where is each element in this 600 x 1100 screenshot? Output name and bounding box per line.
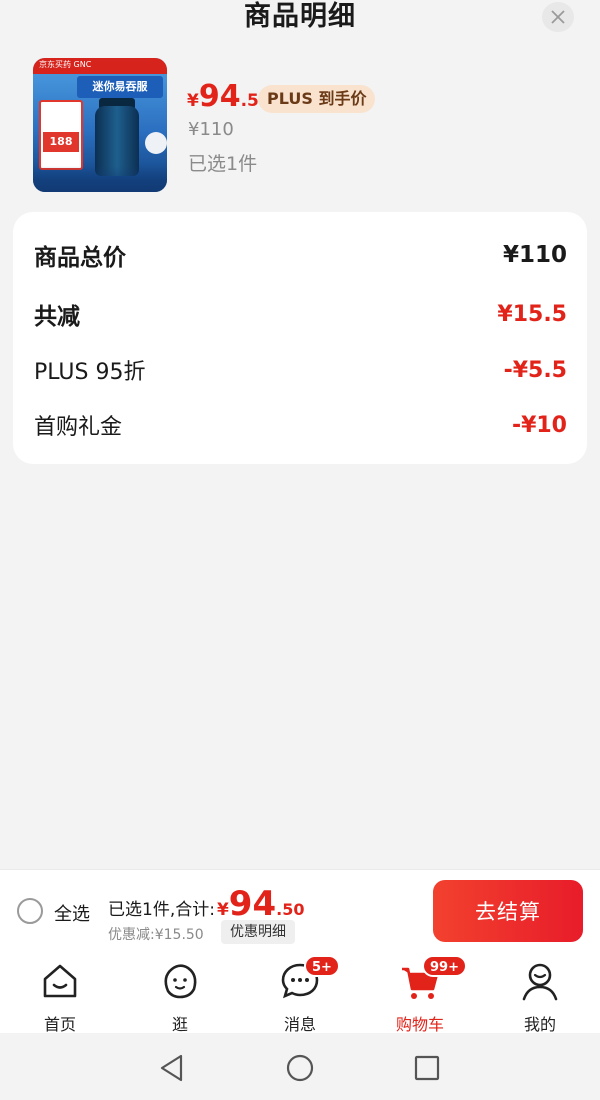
detail-value: -¥5.5 — [503, 357, 567, 383]
discount-text: 优惠减:¥15.50 — [108, 927, 204, 943]
checkout-button[interactable]: 去结算 — [433, 880, 583, 942]
close-icon — [551, 10, 565, 24]
tab-browse[interactable]: 逛 — [140, 959, 220, 1034]
tab-label: 我的 — [523, 1015, 556, 1034]
product-item[interactable]: 京东买药 GNC 迷你易吞服 188 ¥ 94 .5 PLUS 到手价 ¥110… — [0, 55, 600, 195]
detail-row-plus-discount: PLUS 95折 -¥5.5 — [34, 354, 567, 386]
total-integer: 94 — [228, 884, 277, 924]
price-details-card: 商品总价 ¥110 共减 ¥15.5 PLUS 95折 -¥5.5 首购礼金 -… — [13, 212, 587, 464]
tab-cart[interactable]: 99+ 购物车 — [380, 955, 467, 1034]
tab-home[interactable]: 首页 — [20, 959, 100, 1034]
detail-value: -¥10 — [511, 412, 567, 438]
detail-row-total-reduction: 共减 ¥15.5 — [34, 297, 567, 331]
modal-header: 商品明细 — [0, 0, 600, 40]
detail-value: ¥15.5 — [497, 301, 567, 327]
tab-label: 消息 — [283, 1015, 316, 1034]
product-image[interactable]: 京东买药 GNC 迷你易吞服 188 — [33, 58, 167, 192]
message-count-badge: 5+ — [304, 955, 340, 977]
selected-count: 已选1件 — [188, 153, 258, 175]
price-currency: ¥ — [187, 91, 199, 111]
system-nav-bar — [0, 1033, 600, 1100]
bottom-tab-bar: 首页 逛 5+ 消息 99+ 购物车 我的 — [0, 951, 600, 1034]
product-price: ¥ 94 .5 — [187, 79, 259, 114]
home-circle-icon[interactable] — [285, 1053, 315, 1083]
page-title: 商品明细 — [244, 1, 356, 32]
detail-label: 首购礼金 — [34, 415, 123, 440]
plus-price-tag: PLUS 到手价 — [258, 85, 376, 113]
browse-icon — [164, 964, 197, 999]
tab-label: 首页 — [43, 1015, 76, 1034]
tab-messages[interactable]: 5+ 消息 — [260, 955, 340, 1034]
recents-square-icon[interactable] — [412, 1053, 442, 1083]
detail-value: ¥110 — [502, 242, 567, 268]
product-image-headline: 迷你易吞服 — [77, 76, 163, 98]
cart-count-badge: 99+ — [422, 955, 467, 977]
checkout-bar: 全选 已选1件,合计: ¥ 94 .50 优惠减:¥15.50 优惠明细 去结算 — [0, 869, 600, 951]
original-price: ¥110 — [188, 119, 234, 140]
select-all-label[interactable]: 全选 — [54, 900, 90, 926]
total-summary: 已选1件,合计: ¥ 94 .50 — [108, 884, 304, 924]
detail-row-first-purchase-gift: 首购礼金 -¥10 — [34, 409, 567, 441]
summary-text: 已选1件,合计: — [108, 900, 215, 920]
tab-label: 逛 — [171, 1015, 188, 1034]
detail-row-total: 商品总价 ¥110 — [34, 238, 567, 272]
close-button[interactable] — [542, 2, 574, 32]
tab-label: 购物车 — [395, 1015, 444, 1034]
total-decimal: .50 — [276, 900, 305, 919]
back-triangle-icon[interactable] — [157, 1053, 187, 1083]
detail-label: 共减 — [34, 304, 80, 330]
total-currency: ¥ — [216, 900, 229, 920]
home-icon — [43, 964, 77, 998]
profile-icon — [522, 963, 558, 1001]
product-image-price: 188 — [43, 132, 79, 152]
detail-label: PLUS 95折 — [34, 360, 146, 385]
tab-profile[interactable]: 我的 — [500, 959, 580, 1034]
detail-label: 商品总价 — [34, 245, 126, 271]
price-decimal: .5 — [240, 91, 259, 111]
product-image-brand: 京东买药 GNC — [39, 60, 92, 69]
price-integer: 94 — [198, 79, 241, 114]
select-all-checkbox[interactable] — [17, 898, 43, 924]
discount-detail-button[interactable]: 优惠明细 — [221, 920, 295, 944]
